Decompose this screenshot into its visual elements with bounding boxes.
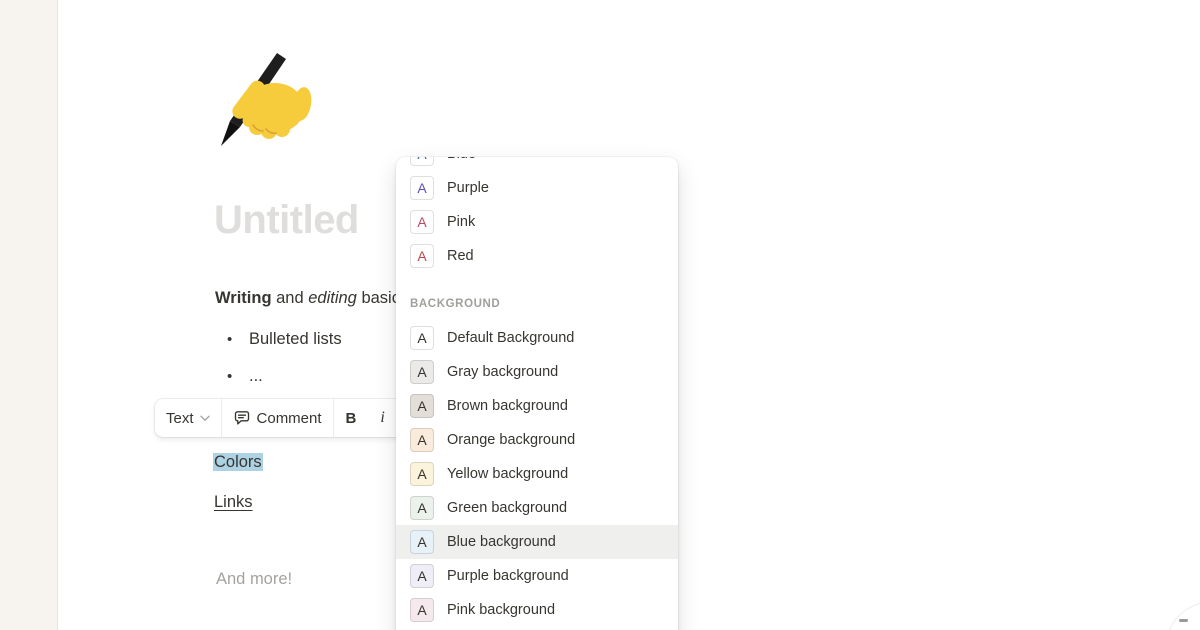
bg-color-swatch: A (410, 360, 434, 384)
bg-color-swatch: A (410, 496, 434, 520)
background-section-header: BACKGROUND (396, 287, 678, 321)
comment-icon (233, 409, 251, 427)
bullet-text: Bulleted lists (249, 330, 342, 348)
menu-item-pink-background[interactable]: A Pink background (396, 593, 678, 627)
links-page-link[interactable]: Links (214, 493, 253, 511)
bullet-dot: • (227, 365, 249, 389)
color-menu-dropdown: A Blue A Purple A Pink A Red BACKGROUND … (396, 157, 678, 630)
text-color-swatch: A (410, 176, 434, 200)
italic-button[interactable]: i (368, 399, 396, 437)
format-toolbar: Text Comment B i (155, 399, 431, 437)
menu-item-red-text[interactable]: A Red (396, 239, 678, 273)
menu-item-default-background[interactable]: A Default Background (396, 321, 678, 355)
intro-paragraph: Writing and editing basics (215, 286, 408, 310)
colors-text-line: Colors (213, 450, 263, 474)
bullet-item: •... (227, 364, 263, 389)
intro-italic-text: editing (308, 289, 357, 307)
help-icon (1179, 619, 1188, 622)
bg-color-swatch: A (410, 462, 434, 486)
menu-item-pink-text[interactable]: A Pink (396, 205, 678, 239)
menu-item-purple-text[interactable]: A Purple (396, 171, 678, 205)
menu-item-label: Default Background (447, 330, 574, 346)
menu-item-label: Green background (447, 500, 567, 516)
menu-item-label: Purple background (447, 568, 569, 584)
text-color-swatch: A (410, 210, 434, 234)
menu-item-blue-background[interactable]: A Blue background (396, 525, 678, 559)
sidebar-edge[interactable] (0, 0, 58, 630)
chevron-down-icon (200, 415, 210, 422)
page-title[interactable]: Untitled (214, 198, 359, 243)
bullet-item: •Bulleted lists (227, 327, 342, 352)
turn-into-button[interactable]: Text (155, 399, 221, 437)
menu-item-yellow-background[interactable]: A Yellow background (396, 457, 678, 491)
and-more-text: And more! (216, 570, 292, 589)
bg-color-swatch: A (410, 530, 434, 554)
page-icon-writing-hand-emoji[interactable] (213, 50, 313, 150)
menu-item-orange-background[interactable]: A Orange background (396, 423, 678, 457)
text-color-swatch: A (410, 244, 434, 268)
bold-button[interactable]: B (334, 399, 369, 437)
bg-color-swatch: A (410, 564, 434, 588)
comment-button[interactable]: Comment (222, 399, 333, 437)
menu-item-blue-text[interactable]: A Blue (396, 157, 678, 171)
menu-item-label: Pink background (447, 602, 555, 618)
app-window: Untitled Writing and editing basics •Bul… (0, 0, 1200, 630)
intro-mid-text: and (272, 289, 309, 307)
links-text-line: Links (214, 490, 253, 514)
intro-bold-text: Writing (215, 289, 272, 307)
menu-item-brown-background[interactable]: A Brown background (396, 389, 678, 423)
menu-item-label: Blue background (447, 534, 556, 550)
menu-item-label: Red (447, 248, 474, 264)
menu-item-label: Orange background (447, 432, 575, 448)
menu-item-label: Brown background (447, 398, 568, 414)
comment-label: Comment (257, 410, 322, 427)
bg-color-swatch: A (410, 326, 434, 350)
bg-color-swatch: A (410, 428, 434, 452)
menu-item-label: Gray background (447, 364, 558, 380)
menu-item-purple-background[interactable]: A Purple background (396, 559, 678, 593)
bullet-text: ... (249, 367, 263, 385)
help-button[interactable] (1166, 602, 1200, 630)
bg-color-swatch: A (410, 598, 434, 622)
menu-item-label: Yellow background (447, 466, 568, 482)
writing-hand-icon (213, 50, 313, 150)
menu-item-green-background[interactable]: A Green background (396, 491, 678, 525)
menu-item-label: Pink (447, 214, 475, 230)
menu-item-label: Blue (447, 157, 476, 162)
text-color-swatch: A (410, 157, 434, 166)
turn-into-label: Text (166, 410, 194, 427)
bullet-dot: • (227, 328, 249, 352)
menu-item-label: Purple (447, 180, 489, 196)
bg-color-swatch: A (410, 394, 434, 418)
color-menu-list: A Blue A Purple A Pink A Red BACKGROUND … (396, 157, 678, 627)
selected-text-colors[interactable]: Colors (213, 453, 263, 471)
menu-item-gray-background[interactable]: A Gray background (396, 355, 678, 389)
